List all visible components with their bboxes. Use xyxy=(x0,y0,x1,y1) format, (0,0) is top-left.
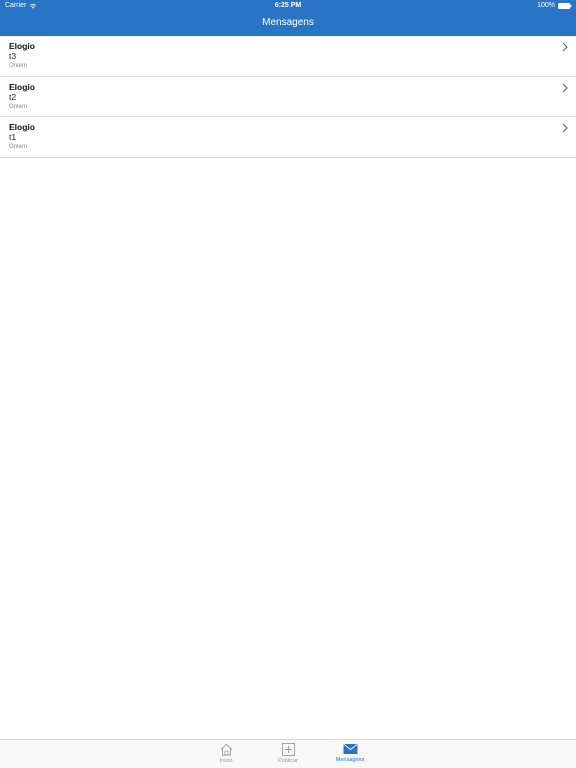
message-subject: t1 xyxy=(9,132,17,142)
message-subject: t3 xyxy=(9,51,17,61)
envelope-icon xyxy=(343,743,357,754)
message-row[interactable]: Elogio t3 Ontem xyxy=(0,36,576,77)
message-date: Ontem xyxy=(9,144,28,150)
tab-label: Publicar xyxy=(278,758,298,764)
tab-label: Mensagens xyxy=(335,757,365,763)
plus-square-icon xyxy=(281,743,295,756)
message-title: Elogio xyxy=(9,122,35,132)
battery-indicator: 100% xyxy=(537,2,572,9)
message-list: Elogio t3 Ontem Elogio t2 Ontem Elogio t… xyxy=(0,36,576,158)
status-time: 6:25 PM xyxy=(274,2,302,9)
message-date: Ontem xyxy=(9,63,28,69)
message-title: Elogio xyxy=(9,81,35,92)
tab-publicar[interactable]: Publicar xyxy=(263,743,313,764)
battery-label: 100% xyxy=(537,2,555,9)
page-title: Mensagens xyxy=(262,17,314,28)
tab-label: Início xyxy=(219,758,233,764)
chevron-right-icon xyxy=(562,83,568,92)
status-bar: Carrier 6:25 PM 100% xyxy=(0,0,576,12)
chevron-right-icon xyxy=(562,42,568,52)
tab-mensagens[interactable]: Mensagens xyxy=(325,743,375,763)
message-row[interactable]: Elogio t1 Ontem xyxy=(0,117,576,158)
chevron-right-icon xyxy=(562,123,568,133)
message-row[interactable]: Elogio t2 Ontem xyxy=(0,77,576,117)
message-subject: t2 xyxy=(9,91,17,102)
battery-icon xyxy=(558,2,572,9)
navigation-bar: Carrier 6:25 PM 100% Mensagens xyxy=(0,0,576,36)
tab-bar: Início Publicar Mensagens xyxy=(0,739,576,768)
message-title: Elogio xyxy=(9,41,35,51)
message-date: Ontem xyxy=(9,103,28,110)
tab-inicio[interactable]: Início xyxy=(201,743,251,764)
home-icon xyxy=(220,743,232,756)
